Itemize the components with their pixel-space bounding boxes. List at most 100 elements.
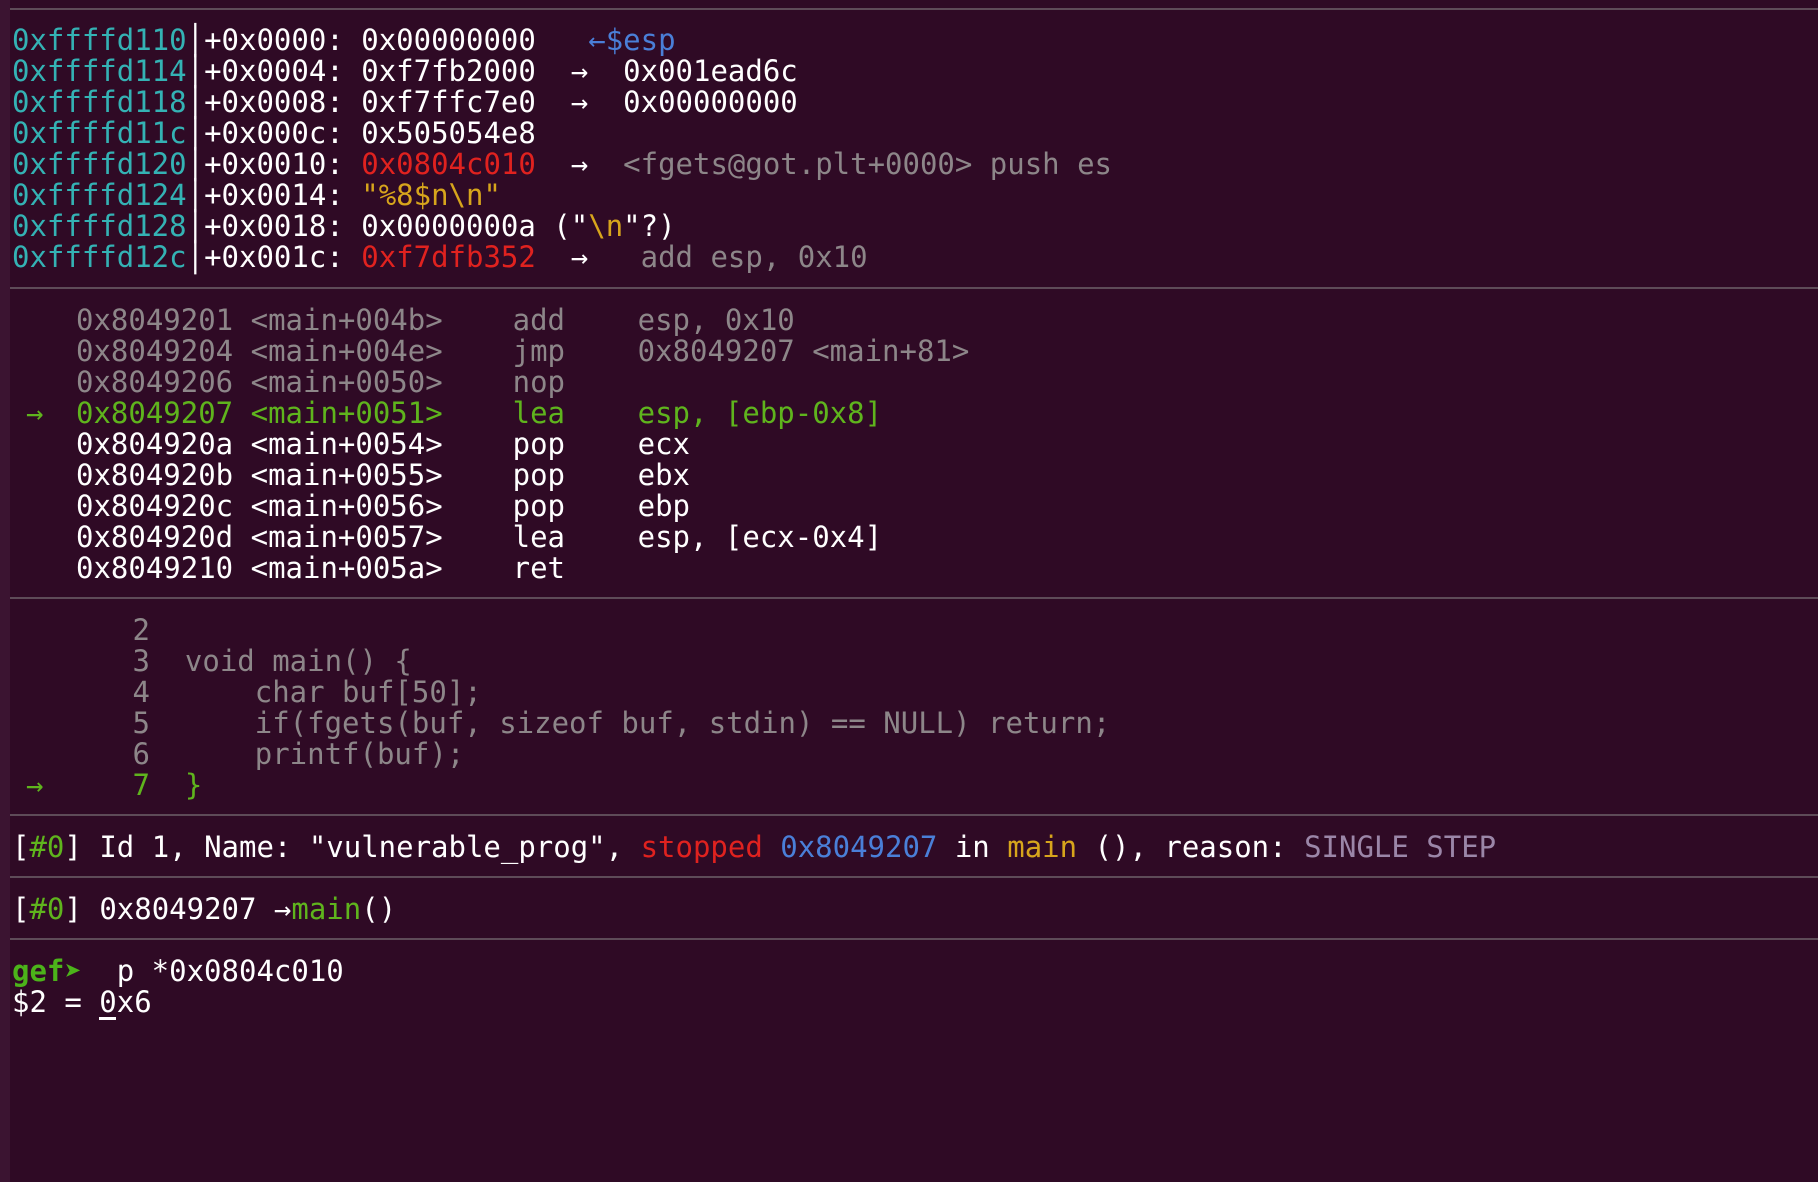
stack-value: 0x00000000 <box>361 23 536 57</box>
instruction-operands: 0x8049207 <main+81> <box>637 334 970 368</box>
stack-address: 0xffffd114 <box>12 54 187 88</box>
section-separator <box>10 938 1818 940</box>
section-separator <box>10 597 1818 599</box>
instruction-mnemonic: ret <box>512 551 565 585</box>
stack-address: 0xffffd128 <box>12 209 187 243</box>
bracket: ] <box>64 892 82 926</box>
current-line-arrow-icon: → <box>26 768 44 802</box>
instruction-operands: esp, 0x10 <box>637 303 795 337</box>
stack-offset: +0x0000: <box>204 23 344 57</box>
threads-line: [#0] Id 1, Name: "vulnerable_prog", stop… <box>12 829 1496 865</box>
stack-deref: <fgets@got.plt+0000> push es <box>623 147 1113 181</box>
source-code: printf(buf); <box>184 737 465 771</box>
trace-line: [#0] 0x8049207 →main() <box>12 891 396 927</box>
gef-prompt: gef➤ <box>12 954 82 988</box>
text-cursor <box>99 1017 117 1020</box>
stack-deref: $esp <box>605 23 676 57</box>
thread-reason-label: (), reason: <box>1077 830 1305 864</box>
column-divider: │ <box>186 54 205 88</box>
source-code: char buf[50]; <box>184 675 482 709</box>
instruction-operands: ebx <box>637 458 690 492</box>
frame-address: 0x8049207 <box>81 892 274 926</box>
stack-address: 0xffffd11c <box>12 116 187 150</box>
section-separator <box>10 8 1818 10</box>
section-separator <box>10 287 1818 289</box>
stack-value: 0x0000000a <box>361 209 536 243</box>
instruction-address: 0x8049201 <box>76 303 234 337</box>
command-input[interactable]: p *0x0804c010 <box>82 954 344 988</box>
column-divider: │ <box>186 209 205 243</box>
stack-value: 0xf7fb2000 <box>361 54 536 88</box>
instruction-address: 0x804920b <box>76 458 234 492</box>
frame-id: #0 <box>29 892 65 926</box>
instruction-address: 0x804920a <box>76 427 234 461</box>
bracket: [ <box>12 830 30 864</box>
stack-offset: +0x0008: <box>204 85 344 119</box>
column-divider: │ <box>186 85 205 119</box>
thread-function: main <box>1007 830 1078 864</box>
arrow-right-icon: → <box>570 147 589 181</box>
stack-value: 0x0804c010 <box>361 147 536 181</box>
instruction-symbol: <main+005a> <box>250 551 443 585</box>
source-code: } <box>184 768 203 802</box>
instruction-operands: ecx <box>637 427 690 461</box>
line-number: 7 <box>132 768 150 802</box>
instruction-address: 0x8049210 <box>76 551 234 585</box>
stack-address: 0xffffd12c <box>12 240 187 274</box>
stack-offset: +0x0004: <box>204 54 344 88</box>
column-divider: │ <box>186 178 205 212</box>
stack-deref: add esp, 0x10 <box>640 240 868 274</box>
cursor-line[interactable]: $2 = <box>12 984 117 1020</box>
stack-row: 0xffffd12c│+0x001c: 0xf7dfb352 → add esp… <box>12 239 868 275</box>
disasm-row: 0x8049210 <main+005a> ret <box>12 550 638 586</box>
arrow-right-icon: → <box>570 240 589 274</box>
stack-char-hint: (" <box>535 209 589 243</box>
thread-address: 0x8049207 <box>762 830 938 864</box>
thread-status: stopped <box>640 830 763 864</box>
instruction-address: 0x8049204 <box>76 334 234 368</box>
stack-address: 0xffffd118 <box>12 85 187 119</box>
stack-offset: +0x000c: <box>204 116 344 150</box>
stack-offset: +0x0014: <box>204 178 344 212</box>
section-separator <box>10 876 1818 878</box>
column-divider: │ <box>186 147 205 181</box>
source-code: void main() { <box>184 644 412 678</box>
window-edge <box>0 0 10 1182</box>
arrow-icon: → <box>273 892 292 926</box>
column-divider: │ <box>186 23 205 57</box>
stack-char-hint: \n <box>588 209 624 243</box>
instruction-address: 0x8049207 <box>76 396 234 430</box>
terminal-window[interactable]: 0xffffd110│+0x0000: 0x00000000 ←$esp 0xff… <box>0 0 1818 1182</box>
stack-address: 0xffffd110 <box>12 23 187 57</box>
arrow-left-icon: ← <box>588 23 606 57</box>
arrow-right-icon: → <box>570 54 589 88</box>
source-row: → 7 } <box>12 767 202 803</box>
